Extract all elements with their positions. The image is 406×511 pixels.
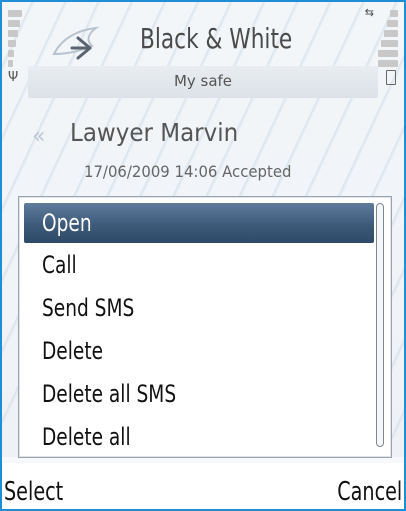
options-menu: Open Call Send SMS Delete Delete all SMS… bbox=[18, 196, 392, 458]
menu-item-delete-all-sms[interactable]: Delete all SMS bbox=[24, 374, 374, 414]
subtitle-bar: My safe bbox=[28, 66, 378, 98]
usb-icon: ⇆ bbox=[364, 6, 374, 19]
menu-item-label: Send SMS bbox=[42, 294, 135, 322]
signal-icon: Ψ bbox=[8, 70, 19, 85]
battery-level-bars bbox=[378, 10, 398, 70]
menu-scrollbar[interactable] bbox=[376, 203, 384, 447]
menu-item-send-sms[interactable]: Send SMS bbox=[24, 288, 374, 328]
cancel-softkey-label: Cancel bbox=[337, 477, 402, 507]
app-logo-icon bbox=[52, 26, 100, 60]
menu-item-label: Call bbox=[42, 251, 77, 279]
softkey-bar: Select Cancel bbox=[2, 463, 404, 509]
menu-item-label: Delete all bbox=[42, 423, 131, 451]
battery-icon bbox=[386, 70, 396, 85]
contact-timestamp-status: 17/06/2009 14:06 Accepted bbox=[84, 162, 292, 181]
menu-item-open[interactable]: Open bbox=[24, 203, 374, 243]
folder-name: My safe bbox=[173, 72, 233, 90]
signal-strength-bars bbox=[8, 10, 22, 70]
menu-item-delete-all[interactable]: Delete all bbox=[24, 417, 374, 457]
cancel-softkey[interactable]: Cancel bbox=[323, 477, 402, 507]
menu-item-label: Open bbox=[42, 209, 92, 237]
select-softkey[interactable]: Select bbox=[4, 477, 76, 507]
menu-item-label: Delete bbox=[42, 337, 104, 365]
menu-item-label: Delete all SMS bbox=[42, 380, 177, 408]
menu-item-call[interactable]: Call bbox=[24, 245, 374, 285]
incoming-call-icon: « bbox=[32, 124, 46, 149]
app-title: Black & White bbox=[140, 22, 293, 55]
contact-name: Lawyer Marvin bbox=[70, 118, 239, 147]
select-softkey-label: Select bbox=[4, 477, 64, 507]
phone-screen: Ψ ⇆ Black & White My safe « Lawyer Marvi… bbox=[0, 0, 406, 511]
menu-item-delete[interactable]: Delete bbox=[24, 331, 374, 371]
